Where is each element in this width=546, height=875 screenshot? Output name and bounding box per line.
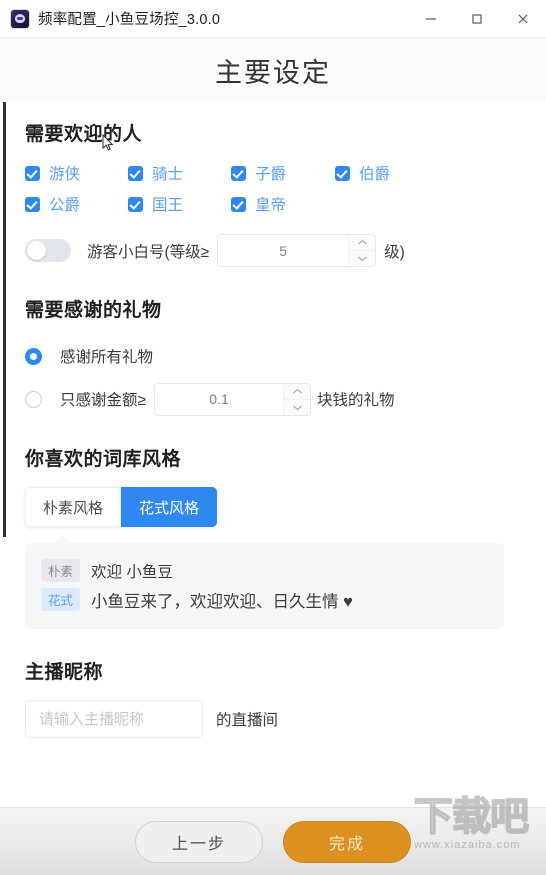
settings-content: 需要欢迎的人 游侠 骑士 子爵 伯爵 公爵 国王 皇帝 游客小白号(等级≥ 5 … bbox=[0, 102, 546, 809]
gift-amount-arrows[interactable] bbox=[283, 383, 311, 415]
section-title-host-nickname: 主播昵称 bbox=[25, 662, 104, 683]
radio-selected-icon bbox=[25, 347, 42, 365]
finish-button[interactable]: 完成 bbox=[283, 820, 411, 863]
phrase-style-segmented-control: 朴素风格 花式风格 bbox=[25, 487, 218, 527]
host-nickname-row: 的直播间 bbox=[25, 700, 526, 738]
close-icon[interactable] bbox=[500, 0, 546, 37]
welcome-level-checkbox-group: 游侠 骑士 子爵 伯爵 公爵 国王 皇帝 bbox=[25, 162, 526, 215]
preview-row: 花式 小鱼豆来了，欢迎欢迎、日久生情 ♥ bbox=[41, 585, 488, 614]
gift-amount-value: 0.1 bbox=[209, 391, 229, 407]
maximize-icon[interactable] bbox=[454, 0, 500, 37]
phrase-preview-panel: 朴素 欢迎 小鱼豆 花式 小鱼豆来了，欢迎欢迎、日久生情 ♥ bbox=[25, 535, 504, 629]
check-icon bbox=[25, 196, 40, 212]
checkbox-label: 国王 bbox=[152, 197, 184, 214]
guest-level-value: 5 bbox=[279, 242, 288, 259]
tab-plain-style[interactable]: 朴素风格 bbox=[25, 487, 122, 527]
gift-amount-suffix: 块钱的礼物 bbox=[317, 392, 395, 409]
checkbox-item[interactable]: 子爵 bbox=[231, 162, 335, 184]
checkbox-label: 公爵 bbox=[49, 197, 81, 214]
checkbox-label: 伯爵 bbox=[359, 166, 391, 183]
radio-unselected-icon bbox=[25, 390, 42, 408]
radio-label: 只感谢金额≥ bbox=[60, 392, 147, 409]
checkbox-item[interactable]: 伯爵 bbox=[335, 162, 439, 184]
check-icon bbox=[231, 196, 246, 212]
footer-bar: 上一步 完成 bbox=[0, 807, 546, 875]
minimize-icon[interactable] bbox=[408, 0, 454, 37]
check-icon bbox=[128, 196, 143, 212]
check-icon bbox=[231, 165, 246, 181]
radio-item-min-amount[interactable]: 只感谢金额≥ 0.1 块钱的礼物 bbox=[25, 382, 526, 416]
toggle-knob bbox=[27, 241, 46, 260]
preview-text-fancy: 小鱼豆来了，欢迎欢迎、日久生情 ♥ bbox=[91, 592, 353, 611]
host-nickname-suffix: 的直播间 bbox=[216, 712, 279, 729]
guest-level-stepper[interactable]: 5 bbox=[217, 234, 377, 267]
chevron-up-icon[interactable] bbox=[284, 384, 311, 400]
preview-row: 朴素 欢迎 小鱼豆 bbox=[41, 556, 488, 585]
section-title-thank-gifts: 需要感谢的礼物 bbox=[25, 300, 162, 321]
checkbox-label: 子爵 bbox=[255, 166, 287, 183]
section-title-phrase-style: 你喜欢的词库风格 bbox=[25, 449, 182, 470]
check-icon bbox=[335, 165, 350, 181]
checkbox-item[interactable]: 公爵 bbox=[25, 193, 128, 215]
checkbox-label: 皇帝 bbox=[255, 197, 287, 214]
gift-radio-group: 感谢所有礼物 只感谢金额≥ 0.1 块钱的礼物 bbox=[25, 339, 526, 416]
checkbox-item[interactable]: 国王 bbox=[128, 193, 231, 215]
tab-fancy-style[interactable]: 花式风格 bbox=[121, 487, 218, 527]
section-title-welcome-people: 需要欢迎的人 bbox=[25, 124, 143, 145]
preview-text-plain: 欢迎 小鱼豆 bbox=[91, 563, 173, 581]
cat-app-icon bbox=[11, 9, 29, 28]
guest-account-label-suffix: 级) bbox=[384, 243, 405, 261]
window-controls bbox=[408, 0, 546, 37]
check-icon bbox=[128, 165, 143, 181]
guest-account-label-prefix: 游客小白号(等级≥ bbox=[87, 243, 210, 261]
checkbox-item[interactable]: 皇帝 bbox=[231, 193, 335, 215]
gift-amount-stepper[interactable]: 0.1 bbox=[154, 382, 312, 416]
page-title: 主要设定 bbox=[215, 57, 331, 88]
chevron-down-icon[interactable] bbox=[349, 251, 375, 266]
preview-tag-fancy: 花式 bbox=[41, 588, 81, 611]
checkbox-label: 游侠 bbox=[49, 166, 81, 183]
checkbox-item[interactable]: 骑士 bbox=[128, 162, 231, 184]
window-title: 频率配置_小鱼豆场控_3.0.0 bbox=[38, 12, 221, 28]
radio-item-all-gifts[interactable]: 感谢所有礼物 bbox=[25, 339, 526, 373]
preview-tag-plain: 朴素 bbox=[41, 559, 81, 582]
section-welcome-people: 需要欢迎的人 游侠 骑士 子爵 伯爵 公爵 国王 皇帝 游客小白号(等级≥ 5 … bbox=[0, 102, 546, 267]
chevron-down-icon[interactable] bbox=[284, 400, 310, 415]
section-phrase-style: 你喜欢的词库风格 朴素风格 花式风格 朴素 欢迎 小鱼豆 花式 小鱼豆来了，欢迎… bbox=[0, 416, 546, 629]
chevron-up-icon[interactable] bbox=[349, 235, 376, 251]
checkbox-item[interactable]: 游侠 bbox=[25, 162, 128, 184]
prev-step-button[interactable]: 上一步 bbox=[135, 820, 263, 863]
section-thank-gifts: 需要感谢的礼物 感谢所有礼物 只感谢金额≥ 0.1 块钱的礼物 bbox=[0, 267, 546, 416]
guest-account-toggle[interactable] bbox=[25, 239, 71, 262]
checkbox-label: 骑士 bbox=[152, 166, 184, 183]
title-bar: 频率配置_小鱼豆场控_3.0.0 bbox=[0, 0, 546, 38]
guest-level-arrows[interactable] bbox=[348, 235, 376, 266]
host-nickname-input[interactable] bbox=[25, 700, 203, 738]
section-host-nickname: 主播昵称 的直播间 bbox=[0, 629, 546, 738]
guest-account-row: 游客小白号(等级≥ 5 级) bbox=[25, 234, 526, 267]
page-header: 主要设定 bbox=[0, 38, 546, 102]
radio-label: 感谢所有礼物 bbox=[60, 349, 154, 366]
check-icon bbox=[25, 165, 40, 181]
left-edge-rail bbox=[3, 102, 6, 537]
